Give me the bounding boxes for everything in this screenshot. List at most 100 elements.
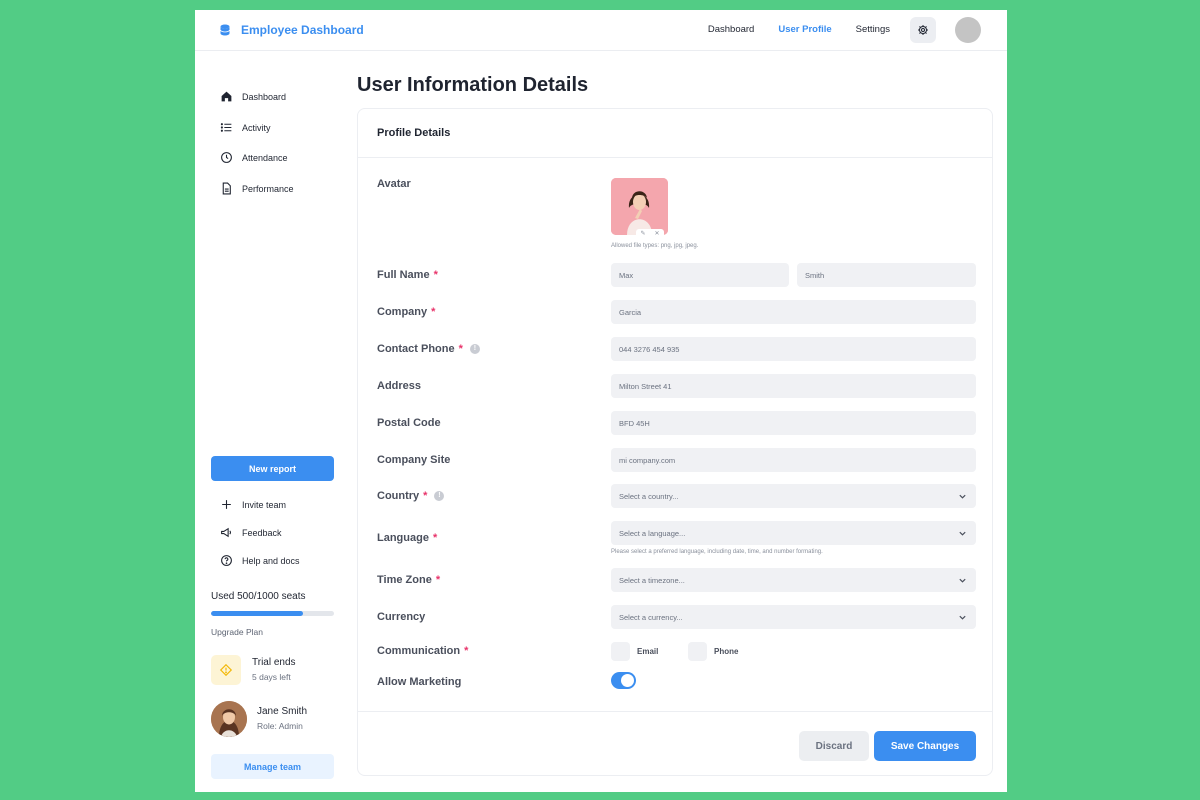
sidebar-item-performance[interactable]: Performance xyxy=(220,182,294,195)
sidebar-link-help[interactable]: Help and docs xyxy=(220,554,300,567)
first-name-input[interactable] xyxy=(611,263,789,287)
address-input[interactable] xyxy=(611,374,976,398)
sidebar-item-label: Dashboard xyxy=(242,91,287,102)
chevron-down-icon xyxy=(959,494,966,499)
seats-progress-fill xyxy=(211,611,304,616)
communication-label: Communication * xyxy=(377,645,468,657)
field-label-text: Allow Marketing xyxy=(377,676,462,688)
nav-settings[interactable]: Settings xyxy=(856,24,890,35)
field-label-text: Currency xyxy=(377,611,426,623)
manage-team-button[interactable]: Manage team xyxy=(211,754,334,779)
seats-usage-label: Used 500/1000 seats xyxy=(211,591,306,602)
select-placeholder: Select a language... xyxy=(619,528,686,538)
plus-icon xyxy=(222,500,231,509)
contact-phone-input[interactable] xyxy=(611,337,976,361)
last-name-input[interactable] xyxy=(797,263,976,287)
user-role: Role: Admin xyxy=(257,721,303,731)
chevron-down-icon xyxy=(959,578,966,583)
required-asterisk: * xyxy=(423,490,428,502)
address-label: Address xyxy=(377,380,421,392)
sidebar-item-dashboard[interactable]: Dashboard xyxy=(220,90,286,103)
select-placeholder: Select a country... xyxy=(619,491,679,501)
field-label-text: Address xyxy=(377,380,422,392)
trial-warning-badge xyxy=(211,655,241,685)
sidebar-link-label: Invite team xyxy=(242,499,287,510)
full-name-label: Full Name * xyxy=(377,269,438,281)
field-label-text: Avatar xyxy=(377,178,411,190)
new-report-button[interactable]: New report xyxy=(211,456,334,481)
company-site-label: Company Site xyxy=(377,454,450,466)
time-zone-select[interactable]: Select a timezone... xyxy=(611,568,976,592)
megaphone-icon xyxy=(221,527,232,538)
sidebar-item-label: Performance xyxy=(242,183,294,194)
page-title: User Information Details xyxy=(357,74,589,96)
sidebar-link-invite-team[interactable]: Invite team xyxy=(220,498,286,511)
field-label-text: Full Name xyxy=(377,269,430,281)
user-photo-icon xyxy=(211,701,247,737)
field-label-text: Company Site xyxy=(377,454,451,466)
phone-checkbox-label: Phone xyxy=(714,647,739,656)
contact-phone-label: Contact Phone * ! xyxy=(377,343,480,355)
card-header: Profile Details xyxy=(358,109,992,158)
currency-select[interactable]: Select a currency... xyxy=(611,605,976,629)
field-label-text: Language xyxy=(377,532,429,544)
settings-button[interactable] xyxy=(910,17,936,43)
discard-button[interactable]: Discard xyxy=(799,731,869,761)
brand-title: Employee Dashboard xyxy=(241,23,364,37)
email-checkbox[interactable] xyxy=(611,642,630,661)
allow-marketing-toggle[interactable] xyxy=(611,672,636,689)
required-asterisk: * xyxy=(435,574,441,586)
edit-icon[interactable]: ✎ xyxy=(640,230,645,237)
remove-icon[interactable]: ✕ xyxy=(654,230,659,237)
postal-code-input[interactable] xyxy=(611,411,976,435)
trial-title: Trial ends xyxy=(252,657,296,668)
sidebar-link-label: Help and docs xyxy=(242,555,300,566)
home-icon xyxy=(221,91,232,102)
field-label-text: Country xyxy=(377,490,420,502)
language-select[interactable]: Select a language... xyxy=(611,521,976,545)
gear-icon xyxy=(918,25,928,35)
field-label-text: Time Zone xyxy=(377,574,432,586)
required-asterisk: * xyxy=(432,532,438,544)
profile-details-card: Profile Details Avatar ✎ ✕ Allowed file … xyxy=(357,108,993,776)
required-asterisk: * xyxy=(458,343,463,355)
document-icon xyxy=(222,182,231,195)
select-placeholder: Select a currency... xyxy=(619,612,683,622)
postal-code-label: Postal Code xyxy=(377,417,441,429)
upgrade-plan-link[interactable]: Upgrade Plan xyxy=(211,627,263,637)
info-icon[interactable]: ! xyxy=(434,491,445,501)
field-label-text: Contact Phone xyxy=(377,343,455,355)
company-input[interactable] xyxy=(611,300,976,324)
email-checkbox-label: Email xyxy=(637,647,659,656)
list-icon xyxy=(220,123,232,132)
chevron-down-icon xyxy=(959,615,966,620)
sidebar-item-label: Attendance xyxy=(242,152,288,163)
user-avatar-button[interactable] xyxy=(955,17,981,43)
time-zone-label: Time Zone * xyxy=(377,574,440,586)
avatar-actions: ✎ ✕ xyxy=(636,229,664,238)
sidebar-item-attendance[interactable]: Attendance xyxy=(220,151,288,164)
save-changes-button[interactable]: Save Changes xyxy=(874,731,976,761)
language-hint: Please select a preferred language, incl… xyxy=(611,549,823,555)
currency-label: Currency xyxy=(377,611,425,623)
language-label: Language * xyxy=(377,532,437,544)
company-site-input[interactable] xyxy=(611,448,976,472)
sidebar: Dashboard Activity Attendance Performanc… xyxy=(195,51,350,792)
brand[interactable]: Employee Dashboard xyxy=(220,23,364,37)
sidebar-item-activity[interactable]: Activity xyxy=(220,121,271,134)
database-icon xyxy=(220,24,230,36)
avatar[interactable] xyxy=(211,701,247,737)
seats-progress-bar xyxy=(211,611,334,616)
nav-dashboard[interactable]: Dashboard xyxy=(708,24,754,35)
sidebar-link-feedback[interactable]: Feedback xyxy=(220,526,282,539)
allow-marketing-label: Allow Marketing xyxy=(377,676,461,688)
top-nav: Dashboard User Profile Settings xyxy=(708,24,890,35)
country-select[interactable]: Select a country... xyxy=(611,484,976,508)
avatar-label: Avatar xyxy=(377,178,411,190)
nav-user-profile[interactable]: User Profile xyxy=(778,24,831,35)
required-asterisk: * xyxy=(433,269,438,281)
info-icon[interactable]: ! xyxy=(469,344,480,354)
phone-checkbox[interactable] xyxy=(688,642,707,661)
app-window: Employee Dashboard Dashboard User Profil… xyxy=(195,10,1007,792)
avatar-upload[interactable] xyxy=(611,178,668,235)
